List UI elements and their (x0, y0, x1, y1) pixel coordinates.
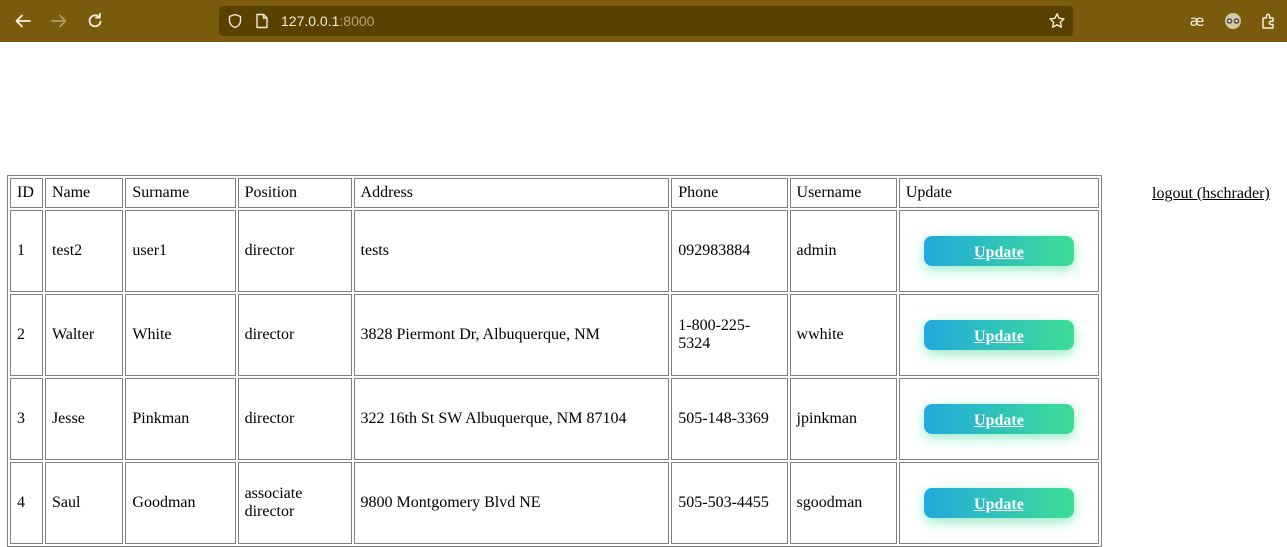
cell-phone: 505-503-4455 (671, 462, 788, 544)
cell-surname: Pinkman (125, 378, 236, 460)
header-phone: Phone (671, 178, 788, 208)
url-host: 127.0.0.1 (281, 13, 340, 29)
glasses-extension-icon[interactable] (1220, 8, 1246, 34)
cell-position: director (237, 210, 352, 292)
cell-id: 3 (10, 378, 43, 460)
url-port: :8000 (339, 13, 375, 29)
cell-phone: 092983884 (671, 210, 788, 292)
cell-name: Walter (44, 294, 124, 376)
header-address: Address (353, 178, 670, 208)
logout-link[interactable]: logout (hschrader) (1152, 185, 1270, 203)
cell-address: tests (353, 210, 670, 292)
cell-update: Update (898, 294, 1099, 376)
cell-update: Update (898, 378, 1099, 460)
cell-address: 322 16th St SW Albuquerque, NM 87104 (353, 378, 670, 460)
cell-position: director (237, 378, 352, 460)
ae-extension-icon[interactable]: æ (1184, 8, 1210, 34)
cell-username: wwhite (789, 294, 897, 376)
forward-arrow-icon[interactable] (46, 8, 72, 34)
cell-surname: White (125, 294, 236, 376)
back-arrow-icon[interactable] (10, 8, 36, 34)
cell-update: Update (898, 462, 1099, 544)
cell-position: associate director (237, 462, 352, 544)
cell-username: admin (789, 210, 897, 292)
table-row: 3 Jesse Pinkman director 322 16th St SW … (10, 378, 1099, 460)
header-position: Position (237, 178, 352, 208)
header-update: Update (898, 178, 1099, 208)
table-row: 4 Saul Goodman associate director 9800 M… (10, 462, 1099, 544)
users-table: ID Name Surname Position Address Phone U… (7, 175, 1102, 547)
header-id: ID (10, 178, 43, 208)
cell-phone: 1-800-225-5324 (671, 294, 788, 376)
extensions-puzzle-icon[interactable] (1256, 8, 1282, 34)
header-username: Username (789, 178, 897, 208)
update-button[interactable]: Update (923, 320, 1074, 350)
reload-icon[interactable] (82, 8, 108, 34)
cell-id: 1 (10, 210, 43, 292)
cell-id: 2 (10, 294, 43, 376)
header-surname: Surname (125, 178, 236, 208)
update-button[interactable]: Update (923, 404, 1074, 434)
cell-name: Saul (44, 462, 124, 544)
cell-name: test2 (44, 210, 124, 292)
table-row: 1 test2 user1 director tests 092983884 a… (10, 210, 1099, 292)
header-name: Name (44, 178, 124, 208)
shield-icon[interactable] (227, 13, 243, 34)
bookmark-star-icon[interactable] (1048, 12, 1066, 35)
cell-surname: user1 (125, 210, 236, 292)
cell-phone: 505-148-3369 (671, 378, 788, 460)
cell-address: 3828 Piermont Dr, Albuquerque, NM (353, 294, 670, 376)
update-button[interactable]: Update (923, 488, 1074, 518)
cell-username: jpinkman (789, 378, 897, 460)
cell-surname: Goodman (125, 462, 236, 544)
cell-username: sgoodman (789, 462, 897, 544)
update-button[interactable]: Update (923, 236, 1074, 266)
url-bar[interactable]: 127.0.0.1:8000 (219, 6, 1073, 36)
url-text[interactable]: 127.0.0.1:8000 (281, 13, 374, 29)
cell-id: 4 (10, 462, 43, 544)
table-row: 2 Walter White director 3828 Piermont Dr… (10, 294, 1099, 376)
svg-text:æ: æ (1190, 12, 1205, 30)
browser-toolbar: 127.0.0.1:8000 æ (0, 0, 1287, 42)
cell-update: Update (898, 210, 1099, 292)
cell-position: director (237, 294, 352, 376)
cell-name: Jesse (44, 378, 124, 460)
page-icon[interactable] (255, 13, 269, 34)
cell-address: 9800 Montgomery Blvd NE (353, 462, 670, 544)
table-header-row: ID Name Surname Position Address Phone U… (10, 178, 1099, 208)
